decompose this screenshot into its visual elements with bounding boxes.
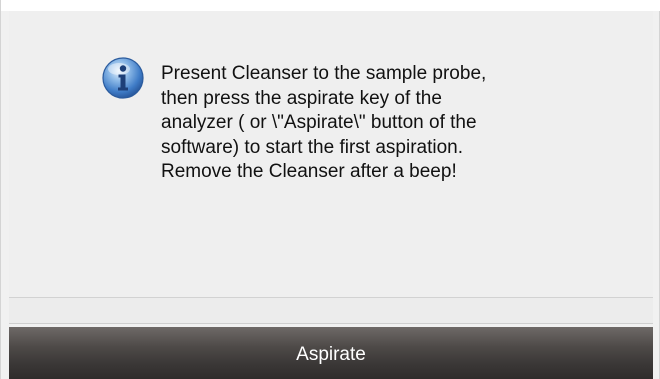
dialog-top-edge [1,0,660,11]
status-strip [9,297,653,324]
info-icon [102,57,144,99]
message-dialog: Present Cleanser to the sample probe, th… [0,0,660,379]
dialog-message: Present Cleanser to the sample probe, th… [161,63,487,182]
aspirate-button[interactable]: Aspirate [9,327,653,379]
aspirate-button-label: Aspirate [296,344,366,365]
